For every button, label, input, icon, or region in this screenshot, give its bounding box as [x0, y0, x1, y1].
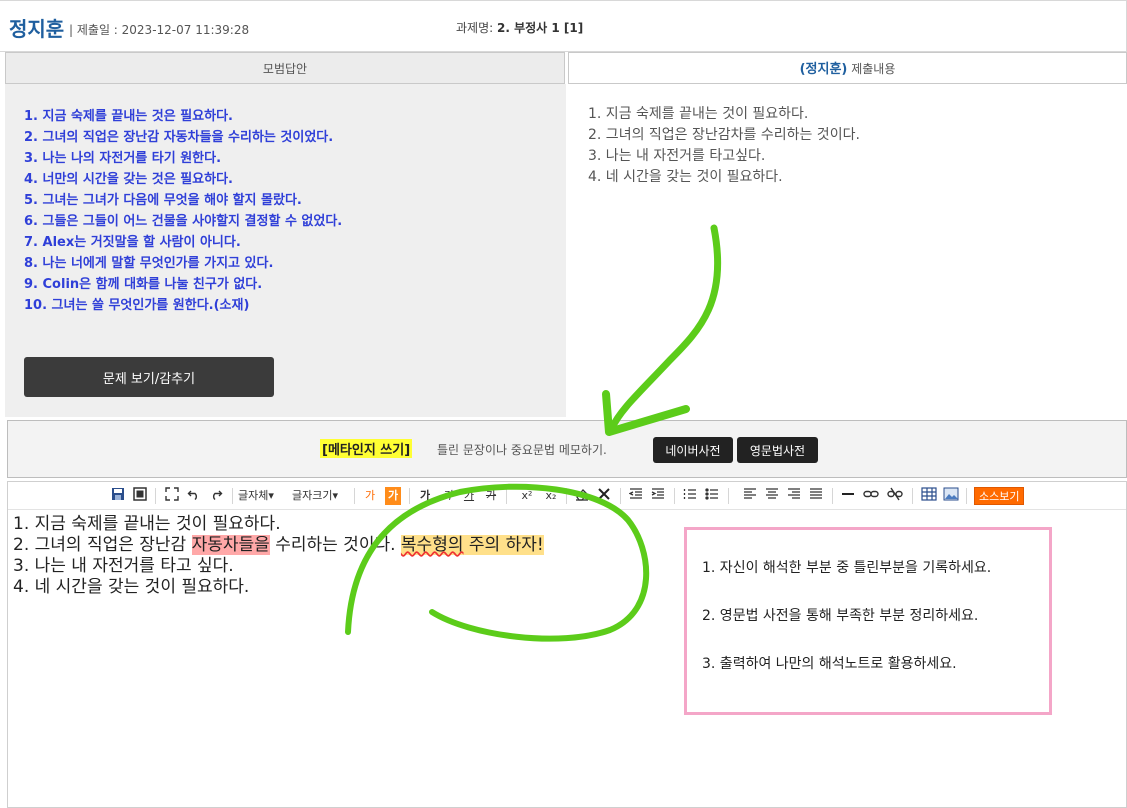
- metacognition-description: 틀린 문장이나 중요문법 메모하기.: [437, 443, 607, 457]
- task-value: 2. 부정사 1 [1]: [497, 21, 584, 35]
- tab-submission-label: 제출내용: [851, 62, 896, 76]
- editor-content[interactable]: 1. 지금 숙제를 끝내는 것이 필요하다. 2. 그녀의 직업은 장난감 자동…: [13, 514, 544, 598]
- student-name: 정지훈: [9, 17, 65, 41]
- source-view-button[interactable]: 소스보기: [974, 487, 1025, 505]
- metacognition-label: [메타인지 쓰기]: [320, 439, 413, 458]
- editor-line: 1. 지금 숙제를 끝내는 것이 필요하다.: [13, 514, 281, 534]
- ordered-list-icon[interactable]: [682, 487, 698, 505]
- submission-list: 1. 지금 숙제를 끝내는 것이 필요하다. 2. 그녀의 직업은 장난감차를 …: [588, 104, 860, 188]
- toolbar-divider: [409, 488, 410, 504]
- toolbar-divider: [566, 488, 567, 504]
- list-item: 3. 나는 내 자전거를 타고싶다.: [588, 148, 766, 164]
- chevron-down-icon: ▾: [332, 489, 339, 502]
- font-family-select[interactable]: 글자체▾: [238, 487, 274, 505]
- align-center-icon[interactable]: [764, 487, 780, 505]
- submit-date: | 제출일 : 2023-12-07 11:39:28: [69, 23, 250, 37]
- editor-line: 2. 그녀의 직업은 장난감 자동차들을 수리하는 것이다. 복수형의 주의 하…: [13, 535, 544, 556]
- list-item: 9. Colin은 함께 대화를 나눌 친구가 없다.: [24, 277, 263, 292]
- tab-model-answer[interactable]: 모범답안: [5, 52, 565, 84]
- font-family-label: 글자체: [238, 489, 269, 502]
- list-item: 3. 나는 나의 자전거를 타기 원한다.: [24, 151, 222, 166]
- grammar-note: 복수형의 주의 하자!: [400, 535, 544, 555]
- eraser-icon[interactable]: [574, 487, 590, 505]
- horizontal-rule-icon[interactable]: [840, 487, 856, 505]
- unlink-icon[interactable]: [886, 487, 904, 505]
- list-item: 8. 나는 너에게 말할 무엇인가를 가지고 있다.: [24, 256, 274, 271]
- grammar-note-text: 주의 하자!: [463, 535, 544, 555]
- task-label: 과제명:: [456, 21, 494, 35]
- grammar-note-word: 복수형의: [400, 535, 464, 555]
- toolbar-divider: [155, 488, 156, 504]
- toolbar-divider: [232, 488, 233, 504]
- instruction-item: 1. 자신이 해석한 부분 중 틀린부분을 기록하세요.: [702, 560, 992, 576]
- editor-text: 2. 그녀의 직업은 장난감: [13, 535, 192, 555]
- toolbar-divider: [506, 488, 507, 504]
- align-right-icon[interactable]: [786, 487, 802, 505]
- list-item: 7. Alex는 거짓말을 할 사람이 아니다.: [24, 235, 241, 250]
- highlighted-word: 자동차들을: [191, 535, 270, 555]
- font-size-label: 글자크기: [292, 489, 333, 502]
- text-color-button[interactable]: 가: [363, 487, 377, 505]
- bg-color-button[interactable]: 가: [385, 487, 401, 505]
- list-item: 6. 그들은 그들이 어느 건물을 사야할지 결정할 수 없었다.: [24, 214, 343, 229]
- toolbar-divider: [966, 488, 967, 504]
- superscript-button[interactable]: x²: [518, 487, 536, 505]
- toolbar-divider: [674, 488, 675, 504]
- list-item: 4. 네 시간을 갖는 것이 필요하다.: [588, 169, 783, 185]
- editor-line: 3. 나는 내 자전거를 타고 싶다.: [13, 556, 234, 576]
- list-item: 1. 지금 숙제를 끝내는 것이 필요하다.: [588, 106, 809, 122]
- underline-button[interactable]: 가: [462, 487, 476, 505]
- list-item: 1. 지금 숙제를 끝내는 것은 필요하다.: [24, 109, 233, 124]
- list-item: 4. 너만의 시간을 갖는 것은 필요하다.: [24, 172, 233, 187]
- metacognition-bar: [메타인지 쓰기] 틀린 문장이나 중요문법 메모하기. 네이버사전 영문법사전: [7, 420, 1127, 478]
- tab-submission[interactable]: (정지훈) 제출내용: [568, 52, 1127, 84]
- image-icon[interactable]: [942, 487, 960, 505]
- subscript-button[interactable]: x₂: [542, 487, 560, 505]
- grammar-dictionary-button[interactable]: 영문법사전: [737, 437, 818, 463]
- table-icon[interactable]: [920, 487, 938, 505]
- indent-icon[interactable]: [650, 487, 666, 505]
- undo-icon[interactable]: [186, 487, 202, 505]
- toolbar-divider: [620, 488, 621, 504]
- chevron-down-icon: ▾: [268, 489, 274, 502]
- bullet-list-icon[interactable]: [704, 487, 720, 505]
- list-item: 2. 그녀의 직업은 장난감차를 수리하는 것이다.: [588, 127, 860, 143]
- editor-line: 4. 네 시간을 갖는 것이 필요하다.: [13, 577, 250, 597]
- model-answer-list: 1. 지금 숙제를 끝내는 것은 필요하다. 2. 그녀의 직업은 장난감 자동…: [24, 106, 342, 316]
- bold-button[interactable]: 가: [418, 487, 432, 505]
- font-size-select[interactable]: 글자크기▾: [292, 487, 338, 505]
- header-bar: 정지훈 | 제출일 : 2023-12-07 11:39:28 과제명: 2. …: [0, 0, 1127, 52]
- list-item: 10. 그녀는 쓸 무엇인가를 원한다.(소재): [24, 298, 250, 313]
- list-item: 5. 그녀는 그녀가 다음에 무엇을 해야 할지 몰랐다.: [24, 193, 302, 208]
- toolbar-divider: [912, 488, 913, 504]
- italic-button[interactable]: 가: [440, 487, 454, 505]
- editor-text: 수리하는 것이다.: [269, 535, 401, 555]
- redo-icon[interactable]: [208, 487, 224, 505]
- align-left-icon[interactable]: [742, 487, 758, 505]
- toolbar-divider: [728, 488, 729, 504]
- model-answer-panel: 1. 지금 숙제를 끝내는 것은 필요하다. 2. 그녀의 직업은 장난감 자동…: [5, 84, 566, 417]
- submission-panel: 1. 지금 숙제를 끝내는 것이 필요하다. 2. 그녀의 직업은 장난감차를 …: [568, 84, 1127, 417]
- fullscreen-icon[interactable]: [164, 487, 180, 505]
- instructions-box: 1. 자신이 해석한 부분 중 틀린부분을 기록하세요. 2. 영문법 사전을 …: [684, 527, 1052, 715]
- outdent-icon[interactable]: [628, 487, 644, 505]
- tab-submission-who: (정지훈): [799, 62, 848, 77]
- naver-dictionary-button[interactable]: 네이버사전: [653, 437, 733, 463]
- instruction-item: 2. 영문법 사전을 통해 부족한 부분 정리하세요.: [702, 608, 979, 624]
- strike-button[interactable]: 가: [484, 487, 498, 505]
- toggle-question-button[interactable]: 문제 보기/감추기: [24, 357, 274, 397]
- toolbar-divider: [354, 488, 355, 504]
- instruction-item: 3. 출력하여 나만의 해석노트로 활용하세요.: [702, 656, 957, 672]
- link-icon[interactable]: [862, 487, 880, 505]
- editor-toolbar: 글자체▾ 글자크기▾ 가 가 가 가 가 가 x² x₂ 소스보기: [8, 482, 1126, 510]
- align-justify-icon[interactable]: [808, 487, 824, 505]
- task-title: 과제명: 2. 부정사 1 [1]: [456, 19, 583, 36]
- toolbar-divider: [832, 488, 833, 504]
- save-icon[interactable]: [110, 487, 126, 505]
- close-icon[interactable]: [596, 487, 612, 505]
- list-item: 2. 그녀의 직업은 장난감 자동차들을 수리하는 것이었다.: [24, 130, 334, 145]
- tab-model-label: 모범답안: [262, 62, 308, 76]
- preview-icon[interactable]: [132, 487, 148, 505]
